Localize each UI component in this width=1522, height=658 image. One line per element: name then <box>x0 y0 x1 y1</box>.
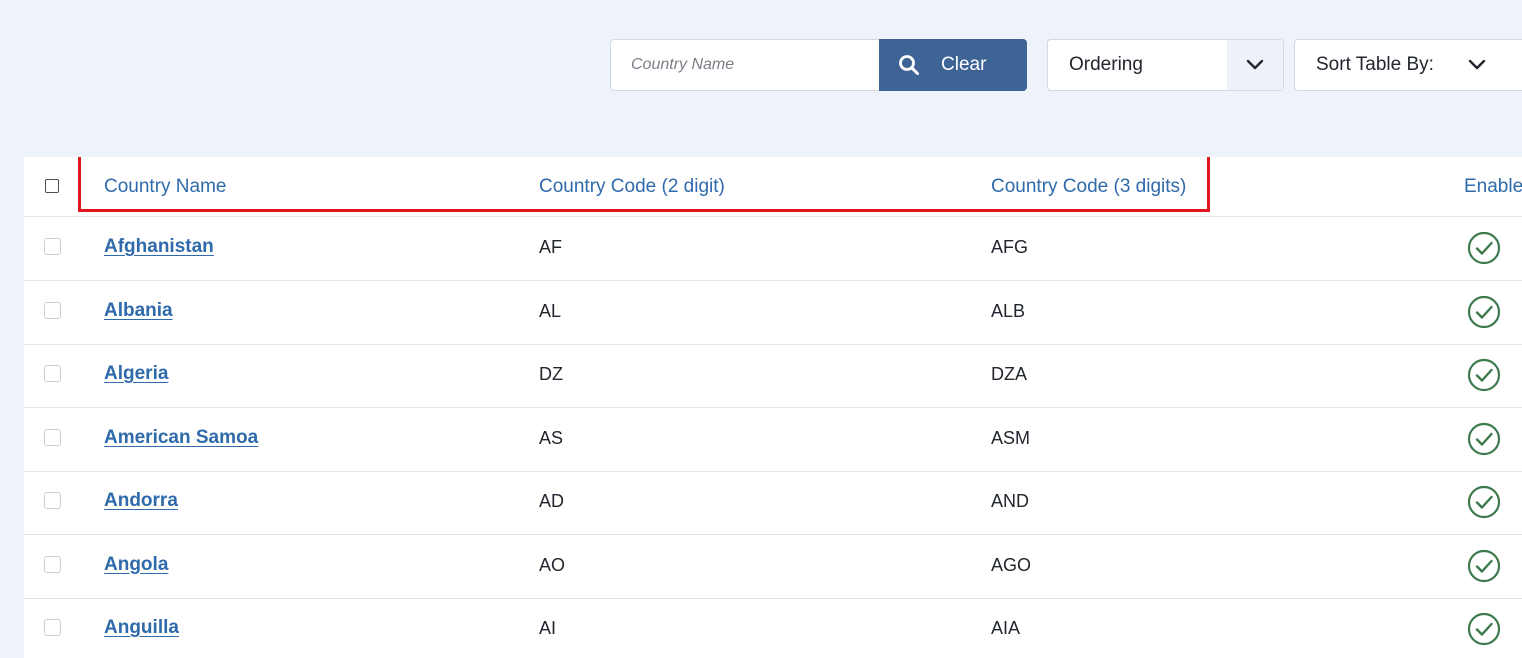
check-circle-icon[interactable] <box>1467 231 1501 265</box>
sort-table-select[interactable]: Sort Table By: <box>1294 39 1522 91</box>
column-header-country-code-3[interactable]: Country Code (3 digits) <box>991 176 1186 198</box>
country-name-link[interactable]: Afghanistan <box>104 236 214 258</box>
country-code-3-cell: ALB <box>991 300 1026 321</box>
search-group: Clear <box>610 39 1027 91</box>
select-all-checkbox[interactable] <box>45 179 59 193</box>
ordering-select-label: Ordering <box>1069 54 1143 75</box>
country-code-3-cell: AGO <box>991 554 1032 575</box>
column-header-country-name[interactable]: Country Name <box>104 176 227 198</box>
table-row: Algeria DZ DZA <box>24 344 1522 408</box>
row-checkbox[interactable] <box>44 365 61 382</box>
check-circle-icon[interactable] <box>1467 612 1501 646</box>
table-row: Angola AO AGO <box>24 535 1522 599</box>
clear-button[interactable]: Clear <box>939 39 1027 91</box>
table-row: Anguilla AI AIA <box>24 598 1522 658</box>
row-checkbox[interactable] <box>44 492 61 509</box>
row-checkbox[interactable] <box>44 238 61 255</box>
row-checkbox[interactable] <box>44 428 61 446</box>
country-code-2-cell: AI <box>539 618 557 638</box>
ordering-dropdown-toggle[interactable] <box>1227 40 1283 90</box>
chevron-down-icon <box>1246 59 1264 70</box>
country-name-link[interactable]: Albania <box>104 300 173 322</box>
country-code-3-cell: DZA <box>991 364 1027 384</box>
chevron-down-icon <box>1468 59 1486 70</box>
countries-table: Country Name Country Code (2 digit) Coun… <box>24 157 1522 658</box>
table-row: Albania AL ALB <box>24 281 1522 345</box>
country-name-link[interactable]: Angola <box>104 554 168 576</box>
check-circle-icon[interactable] <box>1467 295 1501 329</box>
column-header-country-code-2[interactable]: Country Code (2 digit) <box>539 176 725 198</box>
country-name-link[interactable]: Algeria <box>104 363 168 385</box>
country-code-2-cell: AF <box>539 237 563 257</box>
column-header-enabled[interactable]: Enable <box>1464 176 1522 198</box>
country-name-link[interactable]: Anguilla <box>104 617 179 639</box>
check-circle-icon[interactable] <box>1467 549 1501 583</box>
country-code-2-cell: AD <box>539 491 565 511</box>
search-input[interactable] <box>610 39 879 91</box>
country-code-2-cell: DZ <box>539 364 563 384</box>
table-row: Afghanistan AF AFG <box>24 217 1522 281</box>
row-checkbox[interactable] <box>44 619 61 636</box>
country-code-2-cell: AS <box>539 427 564 448</box>
country-code-3-cell: AFG <box>991 237 1029 257</box>
country-code-3-cell: ASM <box>991 427 1031 448</box>
check-circle-icon[interactable] <box>1467 422 1501 456</box>
country-code-2-cell: AL <box>539 300 562 321</box>
sort-table-select-label: Sort Table By: <box>1316 54 1434 75</box>
check-circle-icon[interactable] <box>1467 358 1501 392</box>
country-name-link[interactable]: American Samoa <box>104 427 258 449</box>
ordering-select[interactable]: Ordering <box>1047 39 1284 91</box>
country-name-link[interactable]: Andorra <box>104 490 178 512</box>
country-code-3-cell: AND <box>991 491 1030 511</box>
table-header-row: Country Name Country Code (2 digit) Coun… <box>24 157 1522 217</box>
row-checkbox[interactable] <box>44 301 61 319</box>
search-icon <box>899 55 919 75</box>
sort-dropdown-toggle[interactable] <box>1458 40 1522 90</box>
country-code-3-cell: AIA <box>991 618 1021 638</box>
table-row: Andorra AD AND <box>24 471 1522 535</box>
check-circle-icon[interactable] <box>1467 485 1501 519</box>
row-checkbox[interactable] <box>44 555 61 573</box>
table-row: American Samoa AS ASM <box>24 408 1522 472</box>
search-button[interactable] <box>879 39 939 91</box>
country-code-2-cell: AO <box>539 554 566 575</box>
